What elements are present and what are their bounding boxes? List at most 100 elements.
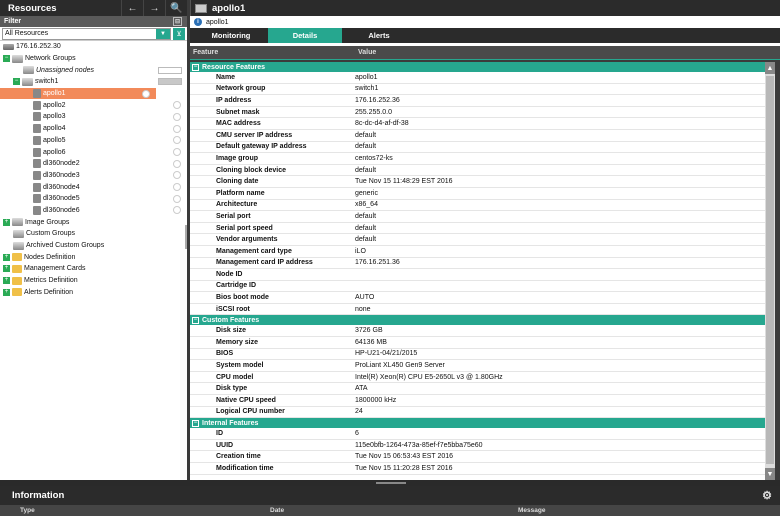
table-row[interactable]: Serial port speed default <box>190 223 765 235</box>
column-header-type[interactable]: Type <box>0 505 262 516</box>
collapse-icon[interactable]: ⊟ <box>173 17 182 26</box>
table-row[interactable]: ID 6 <box>190 428 765 440</box>
tree-node[interactable]: + Nodes Definition <box>0 251 187 263</box>
scrollbar-thumb[interactable] <box>766 76 774 464</box>
feature-cell: Cloning date <box>216 178 259 186</box>
value-cell <box>355 281 765 292</box>
table-row[interactable]: Subnet mask 255.255.0.0 <box>190 107 765 119</box>
table-row[interactable]: Creation time Tue Nov 15 06:53:43 EST 201… <box>190 451 765 463</box>
table-row[interactable]: CMU server IP address default <box>190 130 765 142</box>
table-row[interactable]: MAC address 8c-dc-d4-af-df-38 <box>190 118 765 130</box>
tree-node[interactable]: apollo4 <box>0 123 187 135</box>
collapse-icon[interactable]: − <box>192 63 199 71</box>
tree-node[interactable]: Archived Custom Groups <box>0 240 187 252</box>
tree-node[interactable]: + Management Cards <box>0 263 187 275</box>
filter-select[interactable]: All Resources ▼ <box>2 27 171 40</box>
expand-icon[interactable]: + <box>3 218 10 226</box>
feature-cell: CPU model <box>216 373 254 381</box>
table-row[interactable]: Node ID <box>190 269 765 281</box>
tree-node[interactable]: + Metrics Definition <box>0 275 187 287</box>
group-icon <box>23 66 34 75</box>
table-row[interactable]: Disk size 3726 GB <box>190 325 765 338</box>
table-row[interactable]: Default gateway IP address default <box>190 142 765 154</box>
collapse-icon[interactable]: − <box>192 419 199 427</box>
filter-icon[interactable]: ⊻ <box>173 27 185 40</box>
table-row[interactable]: Platform name generic <box>190 188 765 200</box>
table-row[interactable]: System model ProLiant XL450 Gen9 Server <box>190 360 765 372</box>
table-row[interactable]: Network group switch1 <box>190 84 765 96</box>
tree-node[interactable]: dl360node2 <box>0 158 187 170</box>
table-row[interactable]: Cloning date Tue Nov 15 11:48:29 EST 2016 <box>190 176 765 188</box>
table-row[interactable]: Management card type iLO <box>190 246 765 258</box>
expand-icon[interactable]: + <box>3 253 10 261</box>
section-header[interactable]: − Custom Features <box>190 315 765 326</box>
table-row[interactable]: Memory size 64136 MB <box>190 337 765 349</box>
tree-node[interactable]: 176.16.252.30 <box>0 41 187 53</box>
column-header-feature[interactable]: Feature <box>190 46 355 59</box>
forward-icon[interactable]: → <box>143 0 165 16</box>
information-header: Information ⚙ <box>0 486 780 505</box>
collapse-icon[interactable]: − <box>13 78 20 86</box>
tree-node[interactable]: apollo2 <box>0 99 187 111</box>
tree-node[interactable]: dl360node6 <box>0 205 187 217</box>
feature-cell: Image group <box>216 154 259 162</box>
search-icon[interactable]: 🔍 <box>165 0 187 16</box>
collapse-icon[interactable]: − <box>3 55 10 63</box>
tree-node[interactable]: dl360node4 <box>0 181 187 193</box>
expand-icon[interactable]: + <box>3 288 10 296</box>
expand-icon[interactable]: + <box>3 265 10 273</box>
tab-details[interactable]: Details <box>268 28 342 43</box>
splitter-handle[interactable] <box>376 482 406 484</box>
tree-node[interactable]: dl360node3 <box>0 170 187 182</box>
tab-alerts[interactable]: Alerts <box>342 28 416 43</box>
table-row[interactable]: iSCSI root none <box>190 304 765 316</box>
tree-node[interactable]: − switch1 <box>0 76 187 88</box>
table-row[interactable]: IP address 176.16.252.36 <box>190 95 765 107</box>
feature-cell: Logical CPU number <box>216 408 285 416</box>
feature-cell: Disk type <box>216 385 248 393</box>
feature-cell: MAC address <box>216 120 261 128</box>
tree-node[interactable]: apollo6 <box>0 146 187 158</box>
table-row[interactable]: Disk type ATA <box>190 383 765 396</box>
table-row[interactable]: Image group centos72-ks <box>190 153 765 165</box>
table-row[interactable]: Native CPU speed 1800000 kHz <box>190 395 765 407</box>
table-row[interactable]: Modification time Tue Nov 15 11:20:28 EST… <box>190 463 765 475</box>
tree-node[interactable]: − Network Groups <box>0 53 187 65</box>
tree-node[interactable]: apollo5 <box>0 135 187 147</box>
tree-node[interactable]: dl360node5 <box>0 193 187 205</box>
tree-node[interactable]: Custom Groups <box>0 228 187 240</box>
table-row[interactable]: Name apollo1 <box>190 72 765 84</box>
tree-node[interactable]: Unassigned nodes <box>0 64 187 76</box>
column-header-message[interactable]: Message <box>510 505 780 516</box>
table-row[interactable]: Vendor arguments default <box>190 234 765 246</box>
tree-node[interactable]: + Image Groups <box>0 216 187 228</box>
table-row[interactable]: CPU model Intel(R) Xeon(R) CPU E5-2650L v… <box>190 372 765 384</box>
vertical-scrollbar[interactable]: ▲ ▼ <box>765 62 775 480</box>
tree-node[interactable]: apollo1 <box>0 87 156 100</box>
tree-node[interactable]: apollo3 <box>0 111 187 123</box>
back-icon[interactable]: ← <box>121 0 143 16</box>
table-row[interactable]: Logical CPU number 24 <box>190 407 765 419</box>
table-row[interactable]: Serial port default <box>190 211 765 223</box>
table-row[interactable]: Bios boot mode AUTO <box>190 292 765 304</box>
table-row[interactable]: Cartridge ID <box>190 281 765 293</box>
chevron-down-icon[interactable]: ▼ <box>156 28 170 39</box>
value-cell: 3726 GB <box>355 327 383 335</box>
scroll-down-icon[interactable]: ▼ <box>765 468 775 480</box>
table-row[interactable]: Cloning block device default <box>190 165 765 177</box>
tree-node[interactable]: + Alerts Definition <box>0 286 187 298</box>
table-row[interactable]: Management card IP address 176.16.251.36 <box>190 258 765 270</box>
table-row[interactable]: Architecture x86_64 <box>190 200 765 212</box>
collapse-icon[interactable]: − <box>192 316 199 324</box>
gear-icon[interactable]: ⚙ <box>762 489 772 502</box>
tab-monitoring[interactable]: Monitoring <box>194 28 268 43</box>
expand-icon[interactable]: + <box>3 277 10 285</box>
panel-splitter[interactable] <box>185 225 187 249</box>
table-row[interactable]: BIOS HP-U21-04/21/2015 <box>190 349 765 361</box>
column-header-date[interactable]: Date <box>262 505 510 516</box>
table-row[interactable]: UUID 115e0bfb-1264-473a-85ef-f7e5bba75e60 <box>190 440 765 452</box>
section-header[interactable]: − Internal Features <box>190 418 765 429</box>
scroll-up-icon[interactable]: ▲ <box>765 62 775 74</box>
column-header-value[interactable]: Value <box>355 46 780 59</box>
section-header[interactable]: − Resource Features <box>190 62 765 72</box>
